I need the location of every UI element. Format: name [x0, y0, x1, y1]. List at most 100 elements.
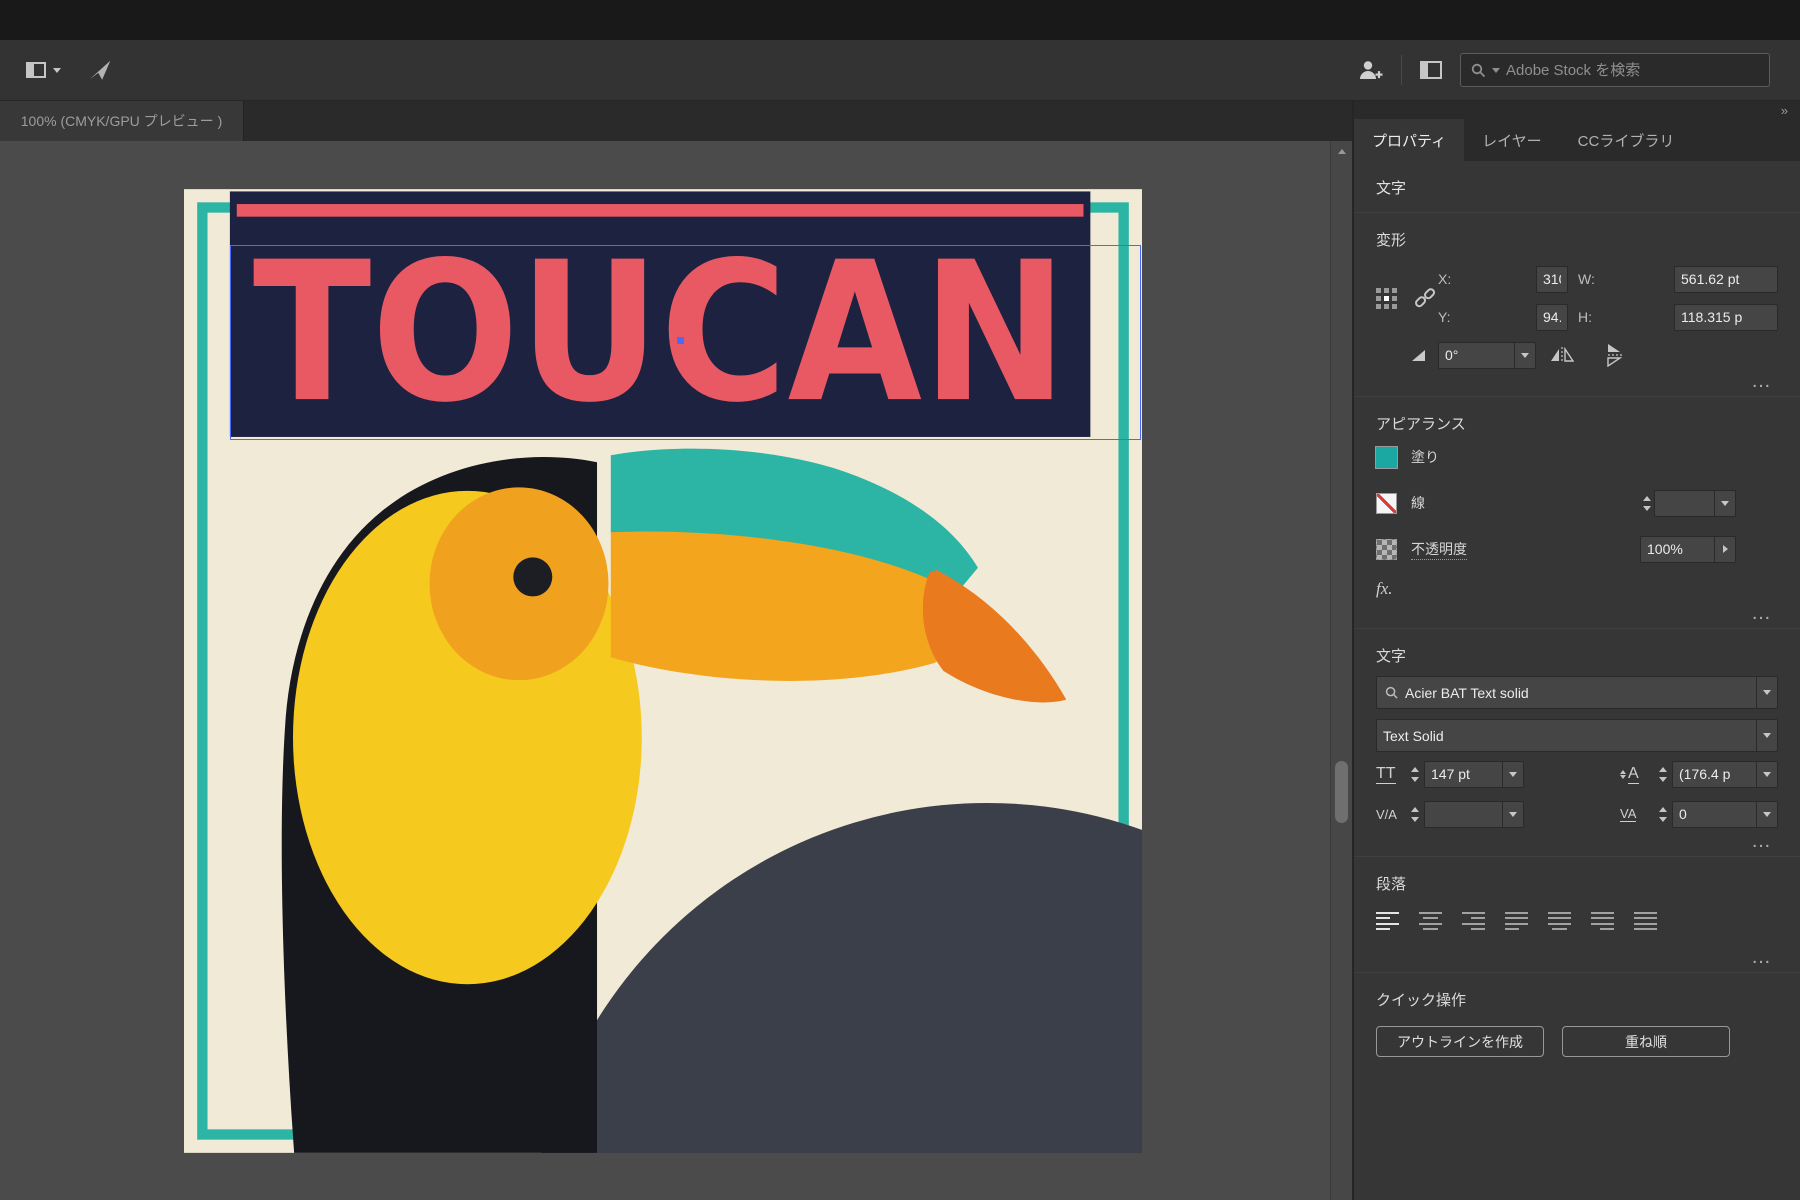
tab-layers[interactable]: レイヤー [1464, 119, 1560, 161]
scroll-up-arrow[interactable] [1331, 149, 1353, 154]
w-field[interactable] [1674, 265, 1778, 293]
font-size-stepper[interactable] [1408, 766, 1422, 782]
stroke-swatch-none[interactable] [1376, 492, 1397, 514]
chevron-down-icon [53, 67, 61, 73]
font-search-icon [1377, 677, 1399, 708]
scrollbar-thumb[interactable] [1335, 761, 1348, 823]
arrange-button[interactable]: 重ね順 [1562, 1026, 1730, 1057]
appearance-section-title: アピアランス [1376, 416, 1466, 433]
adobe-stock-search[interactable] [1460, 53, 1770, 87]
panel-overflow-icon[interactable]: » [1781, 104, 1788, 117]
tracking-icon: VA [1620, 806, 1637, 822]
justify-last-right-button[interactable] [1591, 911, 1614, 931]
toucan-poster-artwork: TOUCAN [184, 189, 1142, 1153]
rotate-angle-combo[interactable]: 0° [1438, 341, 1536, 369]
stroke-width-input[interactable] [1661, 495, 1708, 511]
account-icon[interactable] [1357, 58, 1383, 82]
font-style-dropdown[interactable] [1756, 720, 1777, 751]
leading-stepper[interactable] [1656, 766, 1670, 782]
font-style-value: Text Solid [1383, 727, 1444, 744]
appearance-more-options[interactable]: … [1354, 603, 1800, 628]
w-label: W: [1578, 271, 1595, 287]
toolbar-separator [1401, 55, 1402, 85]
poster-title-text: TOUCAN [253, 221, 1068, 445]
app-toolbar [0, 40, 1800, 101]
stroke-width-dropdown[interactable] [1714, 490, 1735, 516]
font-size-icon: TT [1376, 764, 1396, 784]
opacity-detail-button[interactable] [1714, 536, 1735, 562]
search-input[interactable] [1506, 61, 1759, 79]
document-tab-label: 100% (CMYK/GPU プレビュー ) [20, 113, 223, 129]
x-field[interactable] [1536, 265, 1568, 293]
titlebar [0, 0, 1800, 40]
paragraph-section-title: 段落 [1376, 876, 1407, 893]
stroke-width-stepper[interactable] [1640, 495, 1654, 511]
rotate-angle-icon [1412, 349, 1425, 361]
canvas[interactable]: TOUCAN [0, 141, 1330, 1200]
leading-combo[interactable]: (176.4 p [1672, 760, 1778, 788]
x-label: X: [1438, 271, 1452, 287]
justify-all-button[interactable] [1634, 911, 1657, 931]
font-style-combo[interactable]: Text Solid [1376, 719, 1778, 752]
stroke-width-combo[interactable] [1654, 489, 1736, 517]
transform-section-title: 変形 [1376, 232, 1407, 249]
flip-vertical-button[interactable] [1606, 343, 1622, 367]
transform-more-options[interactable]: … [1354, 371, 1800, 396]
justify-last-left-button[interactable] [1505, 911, 1528, 931]
font-size-combo[interactable]: 147 pt [1424, 760, 1524, 788]
font-family-value: Acier BAT Text solid [1405, 684, 1529, 701]
angle-dropdown[interactable] [1514, 342, 1535, 368]
character-more-options[interactable]: … [1354, 831, 1800, 856]
align-center-button[interactable] [1419, 911, 1442, 931]
paragraph-more-options[interactable]: … [1354, 947, 1800, 972]
document-tab-bar: 100% (CMYK/GPU プレビュー ) [0, 101, 1352, 141]
fx-button[interactable]: fx. [1376, 572, 1778, 606]
align-right-button[interactable] [1462, 911, 1485, 931]
poster-header-stripe [236, 204, 1084, 217]
flip-horizontal-button[interactable] [1550, 347, 1574, 363]
leading-dropdown[interactable] [1756, 761, 1777, 787]
workspace-switcher[interactable] [26, 62, 61, 78]
link-icon [1415, 288, 1436, 308]
canvas-vertical-scrollbar[interactable] [1330, 141, 1352, 1200]
y-label: Y: [1438, 309, 1451, 325]
kerning-icon: V/A [1376, 806, 1397, 822]
tab-properties[interactable]: プロパティ [1354, 119, 1465, 161]
stroke-label[interactable]: 線 [1411, 493, 1425, 513]
tracking-dropdown[interactable] [1756, 801, 1777, 827]
reference-point-locator[interactable] [1376, 287, 1397, 309]
kerning-combo[interactable] [1424, 800, 1524, 828]
fill-label[interactable]: 塗り [1411, 447, 1439, 467]
search-options-chevron-icon[interactable] [1492, 67, 1500, 73]
opacity-combo[interactable]: 100% [1640, 535, 1736, 563]
selection-anchor-point [677, 337, 684, 344]
align-left-button[interactable] [1376, 911, 1399, 931]
h-label: H: [1578, 309, 1592, 325]
selected-object-type: 文字 [1376, 180, 1407, 197]
font-size-dropdown[interactable] [1502, 761, 1523, 787]
opacity-link[interactable]: 不透明度 [1411, 539, 1467, 560]
app-home-icon[interactable] [87, 57, 113, 83]
h-field[interactable] [1674, 303, 1778, 331]
constrain-proportions[interactable] [1412, 286, 1438, 310]
quick-actions-title: クイック操作 [1376, 992, 1467, 1009]
font-family-combo[interactable]: Acier BAT Text solid [1376, 676, 1778, 709]
font-family-dropdown[interactable] [1756, 677, 1777, 708]
toucan-eye [513, 557, 553, 597]
kerning-stepper[interactable] [1408, 806, 1422, 822]
panel-toggle-icon[interactable] [1420, 61, 1442, 79]
tracking-combo[interactable]: 0 [1672, 800, 1778, 828]
create-outlines-button[interactable]: アウトラインを作成 [1376, 1026, 1544, 1057]
kerning-dropdown[interactable] [1502, 801, 1523, 827]
tab-cc-libraries[interactable]: CCライブラリ [1560, 119, 1693, 161]
transform-section: X: W: Y: H: 0° [1354, 260, 1800, 374]
properties-panel: » プロパティ レイヤー CCライブラリ 文字 変形 X: W: [1352, 101, 1800, 1200]
character-section: Acier BAT Text solid Text Solid TT 147 p… [1354, 676, 1800, 834]
appearance-section: 塗り 線 不透明度 100% fx. [1354, 434, 1800, 606]
y-field[interactable] [1536, 303, 1568, 331]
tracking-stepper[interactable] [1656, 806, 1670, 822]
opacity-swatch[interactable] [1376, 538, 1397, 560]
document-tab[interactable]: 100% (CMYK/GPU プレビュー ) [0, 101, 244, 141]
fill-swatch[interactable] [1376, 446, 1397, 468]
justify-last-center-button[interactable] [1548, 911, 1571, 931]
